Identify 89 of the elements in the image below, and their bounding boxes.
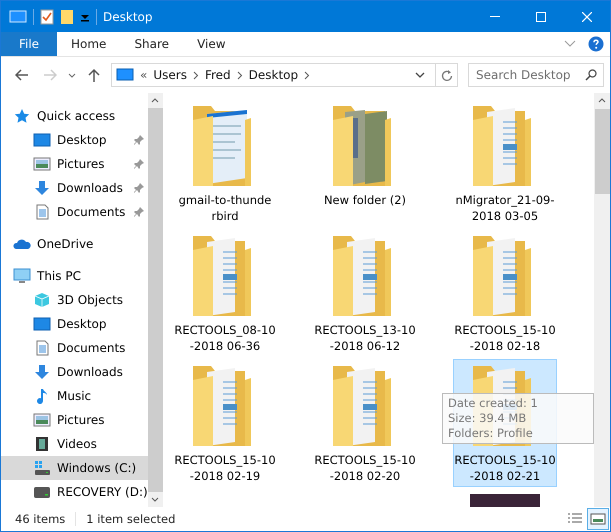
download-arrow-icon [33,180,51,196]
pin-icon[interactable] [134,135,144,145]
sidebar-item[interactable]: OneDrive [1,232,148,256]
sidebar-item[interactable]: Downloads [1,360,148,384]
picture-icon [33,156,51,172]
picture-icon [590,513,606,525]
sidebar-item[interactable]: Documents [1,200,148,224]
scroll-up-icon[interactable] [151,98,160,103]
folder-item[interactable]: nMigrator_21-09- 2018 03-05 [453,99,557,227]
folder-item[interactable]: New folder (2) [313,99,417,227]
folder-item[interactable]: gmail-to-thunde rbird [173,99,277,227]
address-bar[interactable]: « Users Fred Desktop [111,63,458,87]
item-count: 46 items [15,512,66,526]
back-arrow-icon [15,69,29,81]
chevron-icon[interactable] [192,70,199,80]
folder-name: RECTOOLS_08-10 -2018 06-36 [174,322,276,354]
folder-name: gmail-to-thunde rbird [178,192,272,224]
sidebar-item[interactable]: Music [1,384,148,408]
folder-item[interactable]: RECTOOLS_13-10 -2018 06-12 [313,229,417,357]
folder-item[interactable]: RECTOOLS_15-10 -2018 02-19 [173,359,277,487]
monitor-icon [33,132,51,148]
folder-icon[interactable] [60,8,74,24]
sidebar-item[interactable]: Downloads [1,176,148,200]
tooltip-line: Folders: Profile [448,426,534,441]
folder-name: nMigrator_21-09- 2018 03-05 [455,192,555,224]
sidebar-item[interactable]: Quick access [1,104,148,128]
star-icon [13,108,31,124]
monitor-icon[interactable] [9,10,27,24]
folder-name: RECTOOLS_15-10 -2018 02-21 [454,452,556,484]
chevron-icon[interactable] [304,70,310,80]
window-title: Desktop [103,10,152,24]
up-arrow-icon [88,68,100,82]
sidebar-item[interactable]: 3D Objects [1,288,148,312]
help-icon[interactable] [588,36,604,52]
cube-icon [33,292,51,308]
breadcrumb[interactable]: Fred [204,68,231,82]
sidebar-item[interactable]: This PC [1,264,148,288]
expand-ribbon-icon[interactable] [564,40,576,48]
folder-name: New folder (2) [324,192,406,208]
folder-name: RECTOOLS_15-10 -2018 02-18 [454,322,556,354]
sidebar-item[interactable]: Desktop [1,312,148,336]
sidebar-item[interactable]: RECOVERY (D:) [1,480,148,504]
folder-name: RECTOOLS_13-10 -2018 06-12 [314,322,416,354]
drive-icon [33,460,51,476]
monitor-icon [33,316,51,332]
large-icons-view-button[interactable] [587,508,609,530]
monitor-icon [116,68,134,82]
download-arrow-icon [33,364,51,380]
close-icon [582,12,592,22]
details-list-icon [567,513,583,525]
pin-icon[interactable] [134,207,144,217]
scroll-thumb[interactable] [594,109,610,194]
pin-icon[interactable] [134,159,144,169]
file-menu-button[interactable]: File [1,32,57,56]
chevron-icon[interactable] [236,70,243,80]
sidebar-item[interactable]: Pictures [1,408,148,432]
scrollbar[interactable] [594,93,610,507]
drive-icon [33,484,51,500]
monitor-icon [13,268,31,284]
folder-item[interactable]: RECTOOLS_15-10 -2018 02-18 [453,229,557,357]
search-field[interactable]: Search Desktop [468,63,604,87]
scroll-up-icon[interactable] [598,98,606,103]
sidebar-item[interactable]: Windows (C:) [1,456,148,480]
chevron-down-icon[interactable] [415,72,425,78]
folder-item[interactable]: RECTOOLS_08-10 -2018 06-36 [173,229,277,357]
forward-arrow-icon [43,69,57,81]
sidebar-item[interactable]: Videos [1,432,148,456]
chevron-down-icon [68,72,76,78]
folder-name: RECTOOLS_15-10 -2018 02-19 [174,452,276,484]
maximize-icon [536,12,546,22]
scroll-down-icon[interactable] [151,497,160,502]
tooltip-line: Date created: 1 [448,396,539,411]
checklist-icon[interactable] [40,8,54,24]
selection-count: 1 item selected [86,512,176,526]
tooltip-line: Size: 39.4 MB [448,411,528,426]
overflow-button[interactable]: « [140,68,148,82]
breadcrumb[interactable]: Users [153,68,187,82]
minimize-icon [490,16,500,17]
picture-icon [33,412,51,428]
sidebar-item[interactable]: Pictures [1,152,148,176]
breadcrumb[interactable]: Desktop [248,68,298,82]
folder-item[interactable]: RECTOOLS_15-10 -2018 02-20 [313,359,417,487]
search-icon [585,69,597,81]
refresh-icon [440,68,452,82]
film-icon [33,436,51,452]
folder-name: RECTOOLS_15-10 -2018 02-20 [314,452,416,484]
sidebar-item[interactable]: Documents [1,336,148,360]
pin-icon[interactable] [134,183,144,193]
sidebar-item[interactable]: Desktop [1,128,148,152]
